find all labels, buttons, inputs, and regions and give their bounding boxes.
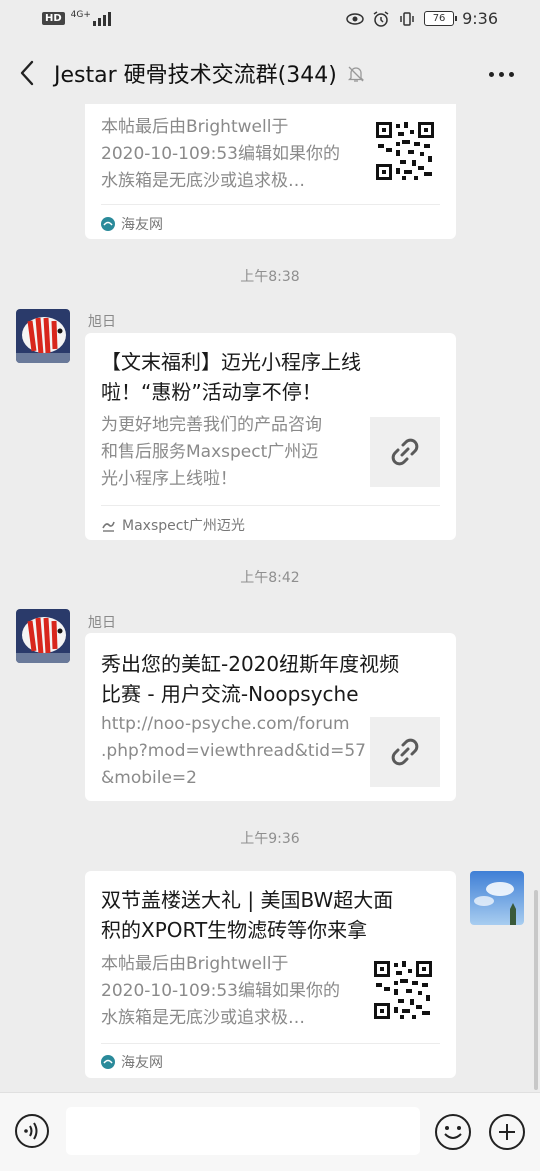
eye-icon [346, 12, 364, 25]
scrollbar[interactable] [534, 890, 538, 1090]
card-title: 双节盖楼送大礼 | 美国BW超大面 积的XPORT生物滤砖等你来拿 [101, 885, 393, 945]
card-source: Maxspect广州迈光 [101, 515, 245, 535]
link-card[interactable]: 【文末福利】迈光小程序上线 啦！“惠粉”活动享不停！ 为更好地完善我们的产品咨询… [85, 333, 456, 540]
card-description: 本帖最后由Brightwell于 2020-10-109:53编辑如果你的 水族… [101, 114, 340, 195]
card-description: 本帖最后由Brightwell于 2020-10-109:53编辑如果你的 水族… [101, 951, 340, 1032]
card-description-line: http://noo-psyche.com/forum [101, 714, 350, 734]
link-thumbnail [370, 717, 440, 787]
back-arrow-icon[interactable] [14, 56, 44, 90]
card-divider [101, 505, 440, 506]
card-title-line: 比赛 - 用户交流-Noopsyche [101, 682, 359, 706]
miniprogram-icon [102, 521, 115, 532]
status-right: 76 9:36 [346, 9, 498, 28]
my-avatar[interactable] [470, 871, 524, 925]
card-title-line: 啦！“惠粉”活动享不停！ [101, 380, 322, 404]
card-description-line: 本帖最后由Brightwell于 [101, 117, 289, 137]
source-name: 海友网 [121, 217, 163, 233]
link-icon [391, 738, 419, 766]
card-title-line: 双节盖楼送大礼 | 美国BW超大面 [101, 888, 394, 912]
card-divider [101, 204, 440, 205]
link-card[interactable]: 本帖最后由Brightwell于 2020-10-109:53编辑如果你的 水族… [85, 104, 456, 239]
signal-icon [92, 10, 111, 26]
card-description-line: 水族箱是无底沙或追求极… [101, 171, 305, 191]
card-divider [101, 1043, 440, 1044]
card-description: http://noo-psyche.com/forum .php?mod=vie… [101, 711, 366, 792]
sender-name: 旭日 [88, 615, 116, 631]
card-title-line: 积的XPORT生物滤砖等你来拿 [101, 918, 368, 942]
source-logo-icon [101, 217, 115, 231]
chat-title: Jestar 硬骨技术交流群(344) [54, 63, 337, 88]
avatar[interactable] [16, 609, 70, 663]
more-options-icon[interactable] [484, 62, 518, 86]
sky-avatar-image [470, 871, 524, 925]
alarm-icon [373, 10, 389, 27]
fish-avatar-image [16, 609, 70, 663]
message-input[interactable] [66, 1107, 420, 1155]
avatar[interactable] [16, 309, 70, 363]
link-thumbnail [370, 417, 440, 487]
message-timestamp: 上午8:38 [240, 269, 300, 285]
qr-code-thumbnail [372, 959, 434, 1021]
link-icon [391, 438, 419, 466]
battery-icon: 76 [424, 11, 458, 26]
emoji-icon[interactable] [434, 1113, 472, 1151]
qr-code-thumbnail [374, 120, 436, 182]
source-logo-icon [101, 1055, 115, 1069]
card-description-line: .php?mod=viewthread&tid=57 [101, 741, 366, 761]
link-card[interactable]: 双节盖楼送大礼 | 美国BW超大面 积的XPORT生物滤砖等你来拿 本帖最后由B… [85, 871, 456, 1078]
card-description-line: 本帖最后由Brightwell于 [101, 954, 289, 974]
card-source: 海友网 [101, 214, 163, 234]
card-source: 海友网 [101, 1052, 163, 1072]
card-description: 为更好地完善我们的产品咨询 和售后服务Maxspect广州迈 光小程序上线啦！ [101, 412, 322, 493]
plus-icon[interactable] [488, 1113, 526, 1151]
status-bar: HD 4G+ 76 9:36 [0, 0, 540, 40]
hd-badge: HD [42, 11, 65, 25]
card-description-line: 2020-10-109:53编辑如果你的 [101, 144, 340, 164]
link-card[interactable]: 秀出您的美缸-2020纽斯年度视频 比赛 - 用户交流-Noopsyche ht… [85, 633, 456, 801]
status-time: 9:36 [462, 9, 498, 28]
network-type: 4G+ [70, 10, 91, 20]
card-title: 秀出您的美缸-2020纽斯年度视频 比赛 - 用户交流-Noopsyche [101, 649, 399, 709]
card-title-line: 秀出您的美缸-2020纽斯年度视频 [101, 652, 400, 676]
card-description-line: 水族箱是无底沙或追求极… [101, 1008, 305, 1028]
sender-name: 旭日 [88, 314, 116, 330]
input-bar [0, 1092, 540, 1171]
card-description-line: 和售后服务Maxspect广州迈 [101, 442, 319, 462]
card-description-line: 为更好地完善我们的产品咨询 [101, 415, 322, 435]
card-title: 【文末福利】迈光小程序上线 啦！“惠粉”活动享不停！ [101, 347, 361, 407]
fish-avatar-image [16, 309, 70, 363]
voice-input-icon[interactable] [14, 1113, 50, 1149]
source-name: 海友网 [121, 1055, 163, 1071]
status-left: HD 4G+ [42, 10, 111, 26]
chat-header: Jestar 硬骨技术交流群(344) [0, 40, 540, 106]
mute-bell-icon [347, 66, 365, 82]
message-timestamp: 上午8:42 [240, 570, 300, 586]
card-description-line: &mobile=2 [101, 768, 197, 788]
card-description-line: 2020-10-109:53编辑如果你的 [101, 981, 340, 1001]
vibrate-icon [400, 11, 414, 26]
message-timestamp: 上午9:36 [240, 831, 300, 847]
card-description-line: 光小程序上线啦！ [101, 469, 237, 489]
source-name: Maxspect广州迈光 [122, 518, 245, 534]
card-title-line: 【文末福利】迈光小程序上线 [101, 350, 361, 374]
